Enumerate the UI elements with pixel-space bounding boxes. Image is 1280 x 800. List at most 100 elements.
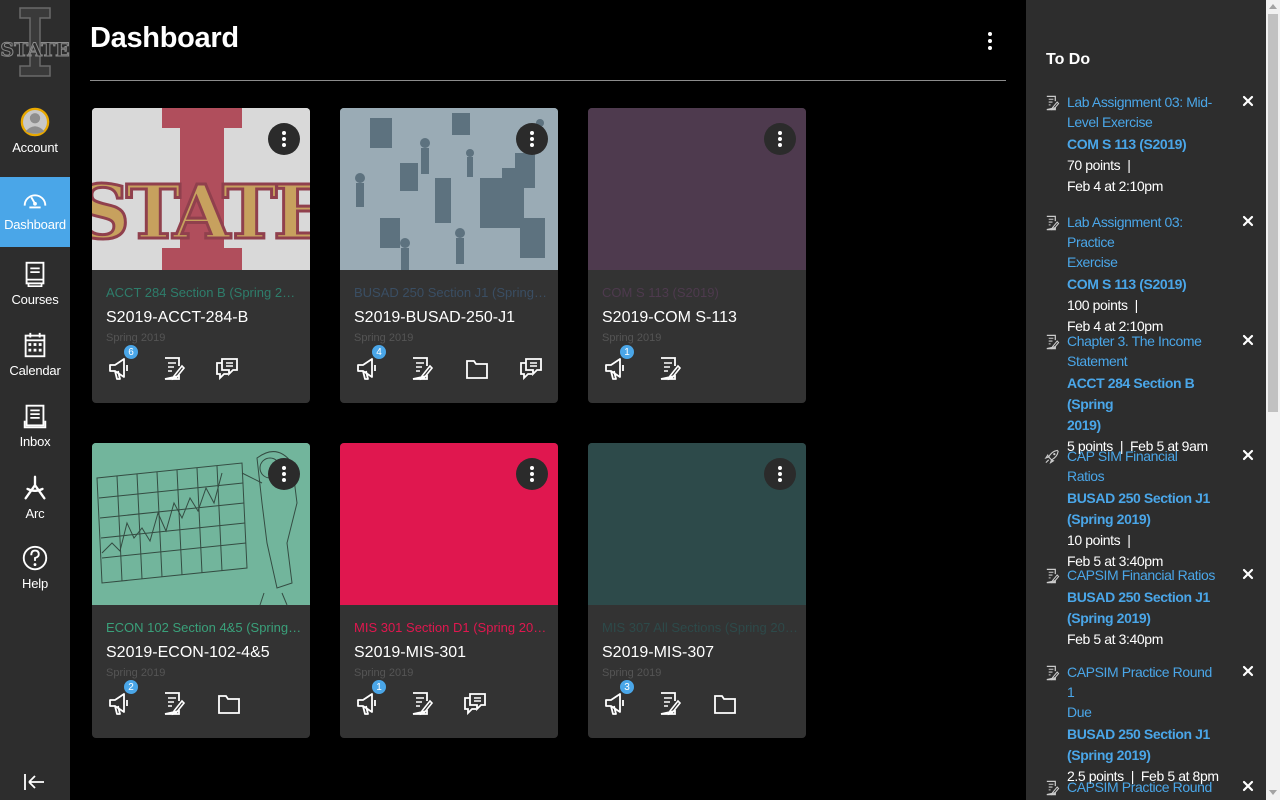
- announcements-button[interactable]: 4: [354, 354, 380, 382]
- scroll-down-arrow-icon[interactable]: [1269, 790, 1277, 795]
- card-options-button[interactable]: [516, 123, 548, 155]
- discussions-button[interactable]: [462, 689, 488, 717]
- course-card-hero[interactable]: [340, 443, 558, 605]
- scrollbar-thumb[interactable]: [1268, 14, 1278, 412]
- files-button[interactable]: [712, 689, 738, 717]
- nav-account-label: Account: [0, 140, 70, 155]
- course-card[interactable]: COM S 113 (S2019) S2019-COM S-113 Spring…: [588, 108, 806, 403]
- course-card[interactable]: MIS 307 All Sections (Spring 2019) S2019…: [588, 443, 806, 738]
- todo-item-title-link[interactable]: CAPSIM Practice Round 1Due: [1067, 662, 1217, 722]
- course-card-hero[interactable]: [92, 443, 310, 605]
- assignment-icon: [160, 354, 186, 382]
- card-options-button[interactable]: [268, 458, 300, 490]
- dismiss-close-icon[interactable]: [1241, 333, 1255, 347]
- course-card-hero[interactable]: [588, 108, 806, 270]
- course-card-hero[interactable]: [588, 443, 806, 605]
- page-scrollbar[interactable]: [1266, 0, 1280, 800]
- todo-item-title-link[interactable]: CAP SIM Financial Ratios: [1067, 446, 1217, 486]
- unread-badge: 6: [123, 344, 139, 360]
- nav-arc[interactable]: Arc: [0, 466, 70, 534]
- collapse-arrow-icon: [22, 770, 48, 794]
- announcements-button[interactable]: 2: [106, 689, 132, 717]
- todo-item-course-link[interactable]: COM S 113 (S2019): [1067, 274, 1217, 295]
- course-card-hero[interactable]: STATE: [92, 108, 310, 270]
- unread-badge: 1: [619, 344, 635, 360]
- course-card[interactable]: BUSAD 250 Section J1 (Spring 20... S2019…: [340, 108, 558, 403]
- avatar-icon: [20, 106, 50, 138]
- course-card[interactable]: STATE ACCT 284 Section B (Spring 2019) S…: [92, 108, 310, 403]
- todo-item-course-link[interactable]: BUSAD 250 Section J1(Spring 2019): [1067, 488, 1217, 530]
- announcements-button[interactable]: 6: [106, 354, 132, 382]
- course-code[interactable]: S2019-ACCT-284-B: [106, 309, 248, 327]
- course-code[interactable]: S2019-COM S-113: [602, 309, 737, 327]
- discussions-button[interactable]: [518, 354, 544, 382]
- todo-item-title-link[interactable]: CAPSIM Financial Ratios: [1067, 565, 1217, 585]
- dismiss-close-icon[interactable]: [1241, 214, 1255, 228]
- course-subtitle[interactable]: MIS 301 Section D1 (Spring 2019): [354, 620, 550, 635]
- courses-icon: [20, 258, 50, 290]
- todo-item-course-link[interactable]: BUSAD 250 Section J1(Spring 2019): [1067, 587, 1217, 629]
- nav-help[interactable]: Help: [0, 536, 70, 604]
- todo-item-body: Chapter 3. The IncomeStatementACCT 284 S…: [1067, 331, 1217, 457]
- course-card[interactable]: MIS 301 Section D1 (Spring 2019) S2019-M…: [340, 443, 558, 738]
- course-subtitle[interactable]: COM S 113 (S2019): [602, 285, 798, 300]
- nav-dashboard[interactable]: Dashboard: [0, 177, 70, 247]
- todo-item-title-link[interactable]: Chapter 3. The IncomeStatement: [1067, 331, 1217, 371]
- header-divider: [90, 80, 1006, 81]
- card-options-button[interactable]: [764, 123, 796, 155]
- nav-inbox[interactable]: Inbox: [0, 394, 70, 462]
- nav-account[interactable]: Account: [0, 100, 70, 168]
- assignments-button[interactable]: [656, 689, 682, 717]
- assignment-icon: [408, 689, 434, 717]
- discussion-icon: [518, 354, 544, 382]
- course-code[interactable]: S2019-ECON-102-4&5: [106, 644, 270, 662]
- course-code[interactable]: S2019-MIS-301: [354, 644, 466, 662]
- course-subtitle[interactable]: ECON 102 Section 4&5 (Spring 20...: [106, 620, 302, 635]
- course-term: Spring 2019: [106, 667, 165, 679]
- todo-item-course-link[interactable]: COM S 113 (S2019): [1067, 134, 1217, 155]
- course-card[interactable]: ECON 102 Section 4&5 (Spring 20... S2019…: [92, 443, 310, 738]
- course-card-hero[interactable]: [340, 108, 558, 270]
- todo-item-course-link[interactable]: BUSAD 250 Section J1(Spring 2019): [1067, 724, 1217, 766]
- folder-icon: [464, 354, 490, 382]
- assignments-button[interactable]: [408, 354, 434, 382]
- dismiss-close-icon[interactable]: [1241, 567, 1255, 581]
- svg-text:STATE: STATE: [0, 39, 69, 61]
- todo-item-course-link[interactable]: ACCT 284 Section B (Spring2019): [1067, 373, 1217, 436]
- todo-heading: To Do: [1046, 51, 1090, 69]
- assignment-icon: [1044, 214, 1060, 232]
- files-button[interactable]: [216, 689, 242, 717]
- assignments-button[interactable]: [160, 354, 186, 382]
- todo-item-title-link[interactable]: Lab Assignment 03: PracticeExercise: [1067, 212, 1217, 272]
- course-code[interactable]: S2019-BUSAD-250-J1: [354, 309, 515, 327]
- dismiss-close-icon[interactable]: [1241, 779, 1255, 793]
- scroll-up-arrow-icon[interactable]: [1269, 4, 1277, 9]
- assignments-button[interactable]: [656, 354, 682, 382]
- todo-item-title-link[interactable]: CAPSIM Practice Round 2: [1067, 777, 1217, 800]
- course-code[interactable]: S2019-MIS-307: [602, 644, 714, 662]
- course-subtitle[interactable]: MIS 307 All Sections (Spring 2019): [602, 620, 798, 635]
- assignments-button[interactable]: [408, 689, 434, 717]
- isu-logo[interactable]: STATE: [0, 2, 70, 82]
- announcements-button[interactable]: 3: [602, 689, 628, 717]
- dashboard-options-button[interactable]: [978, 28, 1002, 56]
- nav-calendar[interactable]: Calendar: [0, 323, 70, 391]
- card-options-button[interactable]: [516, 458, 548, 490]
- course-subtitle[interactable]: ACCT 284 Section B (Spring 2019): [106, 285, 302, 300]
- course-subtitle[interactable]: BUSAD 250 Section J1 (Spring 20...: [354, 285, 550, 300]
- todo-item-meta: Feb 5 at 3:40pm: [1067, 629, 1217, 650]
- assignments-button[interactable]: [160, 689, 186, 717]
- collapse-nav-button[interactable]: [22, 770, 48, 794]
- todo-item-title-link[interactable]: Lab Assignment 03: Mid-Level Exercise: [1067, 92, 1217, 132]
- discussions-button[interactable]: [214, 354, 240, 382]
- nav-courses[interactable]: Courses: [0, 252, 70, 320]
- dismiss-close-icon[interactable]: [1241, 664, 1255, 678]
- nav-arc-label: Arc: [0, 506, 70, 521]
- card-options-button[interactable]: [764, 458, 796, 490]
- card-options-button[interactable]: [268, 123, 300, 155]
- announcements-button[interactable]: 1: [602, 354, 628, 382]
- dismiss-close-icon[interactable]: [1241, 448, 1255, 462]
- announcements-button[interactable]: 1: [354, 689, 380, 717]
- dismiss-close-icon[interactable]: [1241, 94, 1255, 108]
- files-button[interactable]: [464, 354, 490, 382]
